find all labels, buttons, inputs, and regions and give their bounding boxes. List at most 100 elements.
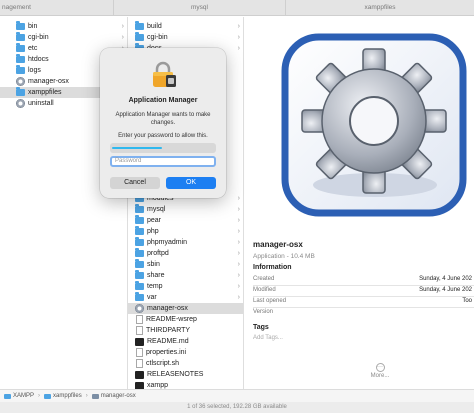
document-icon <box>136 348 143 357</box>
app-icon <box>16 77 25 86</box>
tags-heading: Tags <box>253 324 269 331</box>
folder-icon <box>135 281 144 290</box>
list-item[interactable]: sbin › <box>128 259 243 270</box>
list-item[interactable]: php › <box>128 226 243 237</box>
created-value: Sunday, 4 June 202 <box>419 276 472 282</box>
divider <box>253 307 474 308</box>
preview-subtitle: Application - 10.4 MB <box>253 253 315 260</box>
folder-icon <box>135 292 144 301</box>
version-label: Version <box>253 309 274 315</box>
folder-icon <box>135 226 144 235</box>
chevron-right-icon: › <box>237 23 240 30</box>
folder-icon <box>135 204 144 213</box>
folder-icon <box>135 215 144 224</box>
modified-value: Sunday, 4 June 202 <box>419 287 472 293</box>
chevron-right-icon: › <box>237 239 240 246</box>
folder-icon <box>16 54 25 63</box>
folder-icon <box>16 43 25 52</box>
folder-icon <box>135 21 144 30</box>
chevron-right-icon: › <box>237 195 240 202</box>
gear-icon <box>281 33 467 217</box>
chevron-right-icon: › <box>121 34 124 41</box>
list-item[interactable]: pear › <box>128 215 243 226</box>
list-item[interactable]: README.md <box>128 336 243 347</box>
modified-label: Modified <box>253 287 276 293</box>
list-item[interactable]: ctlscript.sh <box>128 358 243 369</box>
list-item[interactable]: RELEASENOTES <box>128 369 243 380</box>
list-item[interactable]: proftpd › <box>128 248 243 259</box>
chevron-right-icon: › <box>237 261 240 268</box>
folder-icon <box>44 393 52 399</box>
last-opened-value: Too <box>462 298 472 304</box>
executable-icon <box>135 381 144 389</box>
path-item[interactable]: xamppfiles <box>53 393 82 399</box>
list-item[interactable]: xampp <box>128 380 243 389</box>
list-item-selected[interactable]: manager-osx <box>128 303 243 314</box>
cancel-button[interactable]: Cancel <box>110 177 160 189</box>
list-item[interactable]: phpmyadmin › <box>128 237 243 248</box>
add-tags-input[interactable]: Add Tags... <box>253 335 283 341</box>
folder-icon <box>135 248 144 257</box>
list-item[interactable]: THIRDPARTY <box>128 325 243 336</box>
folder-icon <box>16 87 25 96</box>
chevron-right-icon: › <box>121 23 124 30</box>
chevron-right-icon: › <box>237 206 240 213</box>
path-item[interactable]: manager-osx <box>101 393 136 399</box>
more-icon: ··· <box>375 363 385 372</box>
list-item[interactable]: share › <box>128 270 243 281</box>
chevron-right-icon: › <box>85 393 88 399</box>
app-icon <box>16 99 25 108</box>
folder-icon <box>135 32 144 41</box>
password-dialog: Application Manager Application Manager … <box>100 48 226 198</box>
folder-icon <box>135 237 144 246</box>
chevron-right-icon: › <box>237 283 240 290</box>
more-button[interactable]: ··· More... <box>368 363 392 379</box>
more-label: More... <box>370 373 390 379</box>
folder-icon <box>4 393 11 399</box>
app-icon <box>91 393 99 399</box>
folder-icon <box>135 259 144 268</box>
username-field[interactable] <box>110 143 216 153</box>
lock-icon <box>153 61 176 87</box>
list-item[interactable]: properties.ini <box>128 347 243 358</box>
path-bar: XAMPP › xamppfiles › manager-osx <box>0 389 474 402</box>
path-item[interactable]: XAMPP <box>13 393 34 399</box>
executable-icon <box>135 370 144 379</box>
chevron-right-icon: › <box>237 45 240 52</box>
tab-bar: nagement mysql xamppfiles <box>0 0 474 16</box>
list-item[interactable]: var › <box>128 292 243 303</box>
list-item[interactable]: README-wsrep <box>128 314 243 325</box>
list-item[interactable]: bin › <box>0 21 127 32</box>
app-icon <box>135 304 144 313</box>
folder-icon <box>16 21 25 30</box>
tab-management[interactable]: nagement <box>0 0 114 16</box>
list-item[interactable]: build › <box>128 21 243 32</box>
divider <box>253 296 474 297</box>
tab-mysql[interactable]: mysql <box>114 0 286 16</box>
divider <box>253 285 474 286</box>
password-field[interactable]: Password <box>110 156 216 167</box>
tab-xamppfiles[interactable]: xamppfiles <box>286 0 474 16</box>
chevron-right-icon: › <box>237 34 240 41</box>
preview-name: manager-osx <box>253 240 303 249</box>
chevron-right-icon: › <box>237 250 240 257</box>
document-icon <box>136 359 143 368</box>
dialog-message: Application Manager wants to make change… <box>115 112 211 126</box>
list-item[interactable]: temp › <box>128 281 243 292</box>
folder-icon <box>16 32 25 41</box>
executable-icon <box>135 337 144 346</box>
chevron-right-icon: › <box>38 393 41 399</box>
chevron-right-icon: › <box>237 294 240 301</box>
dialog-prompt: Enter your password to allow this. <box>118 133 208 139</box>
status-bar: 1 of 36 selected, 192.28 GB available <box>0 402 474 413</box>
list-item[interactable]: mysql › <box>128 204 243 215</box>
list-item[interactable]: cgi-bin › <box>128 32 243 43</box>
document-icon <box>136 315 143 324</box>
last-opened-label: Last opened <box>253 298 287 304</box>
chevron-right-icon: › <box>237 217 240 224</box>
information-heading: Information <box>253 264 292 271</box>
ok-button[interactable]: OK <box>166 177 216 189</box>
list-item[interactable]: cgi-bin › <box>0 32 127 43</box>
created-label: Created <box>253 276 275 282</box>
chevron-right-icon: › <box>237 228 240 235</box>
